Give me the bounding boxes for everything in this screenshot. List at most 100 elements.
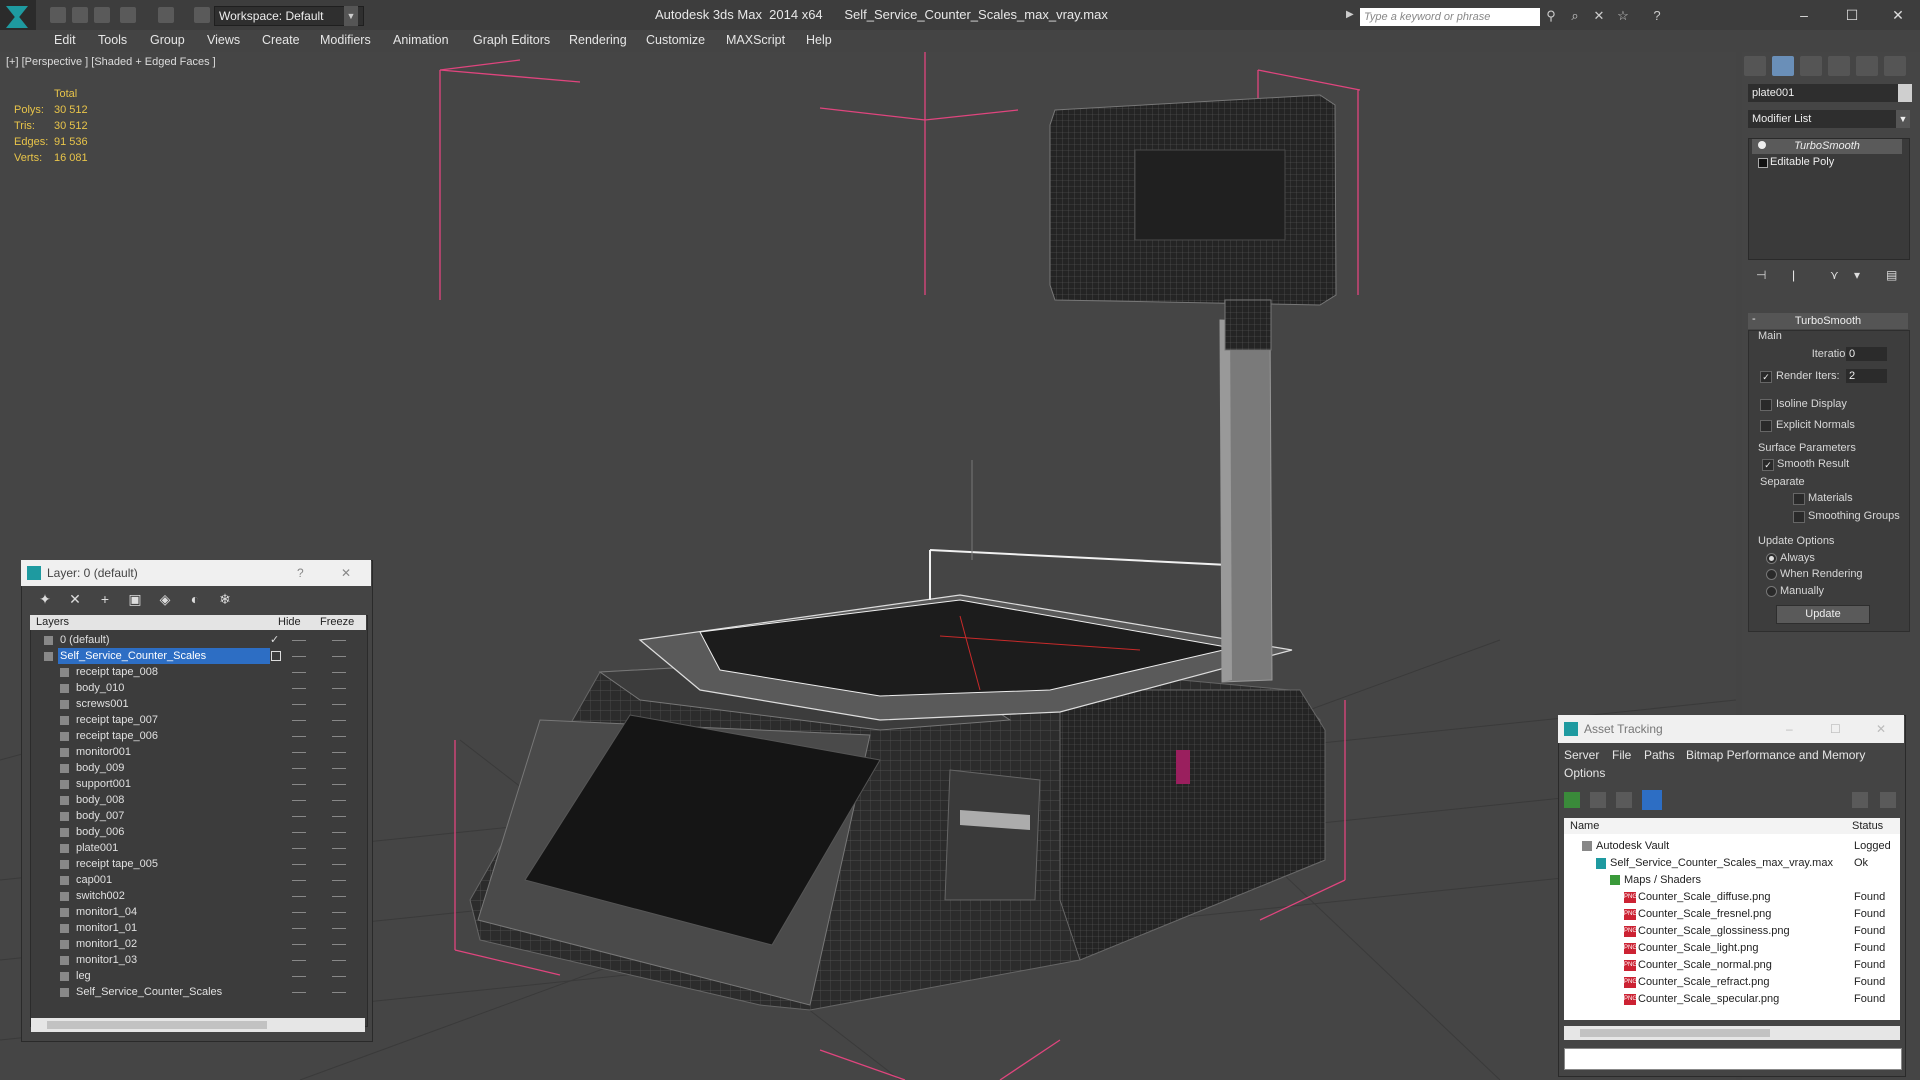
freeze-toggle[interactable] [332, 976, 346, 977]
hide-toggle[interactable] [292, 976, 306, 977]
hide-toggle[interactable] [292, 816, 306, 817]
when-rendering-radio[interactable] [1766, 569, 1777, 580]
menu-edit[interactable]: Edit [54, 33, 76, 47]
smoothing-groups-checkbox[interactable] [1793, 511, 1805, 523]
asset-row[interactable]: PNGCounter_Scale_fresnel.png Found [1564, 906, 1900, 923]
layer-name[interactable]: receipt tape_006 [74, 728, 160, 744]
open-file-icon[interactable] [72, 7, 88, 23]
freeze-toggle[interactable] [332, 720, 346, 721]
help-icon[interactable] [1852, 792, 1868, 808]
layer-name[interactable]: monitor001 [74, 744, 133, 760]
layer-name[interactable]: screws001 [74, 696, 131, 712]
undo-icon[interactable] [120, 7, 136, 23]
create-tab-icon[interactable] [1744, 56, 1766, 76]
layer-name[interactable]: body_007 [74, 808, 126, 824]
layer-name[interactable]: receipt tape_005 [74, 856, 160, 872]
asset-menu-paths[interactable]: Paths [1644, 748, 1675, 762]
always-radio[interactable] [1766, 553, 1777, 564]
help-icon[interactable]: ? [297, 560, 304, 586]
asset-dialog-titlebar[interactable]: Asset Tracking – ☐ ✕ [1558, 715, 1904, 743]
asset-row[interactable]: Maps / Shaders [1564, 872, 1900, 889]
layer-row[interactable]: receipt tape_007 [30, 712, 366, 728]
freeze-toggle[interactable] [332, 928, 346, 929]
list-view-icon[interactable] [1590, 792, 1606, 808]
freeze-toggle[interactable] [332, 656, 346, 657]
layer-row[interactable]: receipt tape_005 [30, 856, 366, 872]
lightbulb-icon[interactable] [1758, 141, 1766, 149]
layer-name[interactable]: Self_Service_Counter_Scales [58, 648, 270, 664]
scrollbar-thumb[interactable] [1580, 1029, 1770, 1037]
update-button[interactable]: Update [1776, 605, 1870, 624]
column-layers[interactable]: Layers [36, 615, 69, 630]
asset-row[interactable]: PNGCounter_Scale_diffuse.png Found [1564, 889, 1900, 906]
asset-row[interactable]: PNGCounter_Scale_specular.png Found [1564, 991, 1900, 1008]
layer-row[interactable]: monitor1_03 [30, 952, 366, 968]
layer-row[interactable]: body_009 [30, 760, 366, 776]
menu-customize[interactable]: Customize [646, 33, 705, 47]
layer-name[interactable]: monitor1_03 [74, 952, 139, 968]
menu-maxscript[interactable]: MAXScript [726, 33, 785, 47]
refresh-icon[interactable] [1564, 792, 1580, 808]
exchange-icon[interactable]: ✕ [1592, 9, 1606, 23]
freeze-toggle[interactable] [332, 960, 346, 961]
layer-row[interactable]: receipt tape_008 [30, 664, 366, 680]
layer-row[interactable]: body_007 [30, 808, 366, 824]
close-icon[interactable]: ✕ [341, 560, 351, 586]
viewport-label[interactable]: [+] [Perspective ] [Shaded + Edged Faces… [6, 56, 216, 68]
layer-list-scrollbar[interactable] [31, 1018, 365, 1032]
remove-modifier-icon[interactable]: ▾ [1854, 268, 1860, 282]
display-tab-icon[interactable] [1856, 56, 1878, 76]
scrollbar-thumb[interactable] [47, 1021, 267, 1029]
menu-modifiers[interactable]: Modifiers [320, 33, 371, 47]
menu-group[interactable]: Group [150, 33, 185, 47]
menu-views[interactable]: Views [207, 33, 240, 47]
hide-toggle[interactable] [292, 912, 306, 913]
modifier-list-dropdown[interactable]: Modifier List [1748, 110, 1908, 128]
stack-item-editable-poly[interactable]: Editable Poly [1752, 155, 1920, 170]
isoline-display-checkbox[interactable] [1760, 399, 1772, 411]
freeze-toggle[interactable] [332, 704, 346, 705]
minimize-icon[interactable]: – [1786, 715, 1793, 743]
hide-toggle[interactable] [292, 720, 306, 721]
freeze-toggle[interactable] [332, 912, 346, 913]
column-name[interactable]: Name [1570, 818, 1599, 834]
layer-row[interactable]: screws001 [30, 696, 366, 712]
hierarchy-tab-icon[interactable] [1800, 56, 1822, 76]
pin-stack-icon[interactable]: ⊣ [1756, 268, 1766, 282]
layer-name[interactable]: monitor1_01 [74, 920, 139, 936]
stack-item-turbosmooth[interactable]: TurboSmooth [1752, 139, 1902, 154]
object-color-swatch[interactable] [1898, 84, 1912, 102]
layer-row[interactable]: receipt tape_006 [30, 728, 366, 744]
show-end-result-icon[interactable]: | [1792, 268, 1795, 282]
layer-name[interactable]: receipt tape_007 [74, 712, 160, 728]
layer-name[interactable]: Self_Service_Counter_Scales [74, 984, 224, 1000]
help-info-icon[interactable] [1880, 792, 1896, 808]
tree-view-icon[interactable] [1616, 792, 1632, 808]
asset-row[interactable]: PNGCounter_Scale_light.png Found [1564, 940, 1900, 957]
asset-menu-bitmap[interactable]: Bitmap Performance and Memory [1686, 748, 1865, 762]
layer-row[interactable]: switch002 [30, 888, 366, 904]
layer-row[interactable]: monitor1_01 [30, 920, 366, 936]
layer-name[interactable]: 0 (default) [58, 632, 112, 648]
hide-toggle[interactable] [292, 896, 306, 897]
freeze-toggle[interactable] [332, 688, 346, 689]
hide-toggle[interactable] [292, 768, 306, 769]
layer-name[interactable]: monitor1_02 [74, 936, 139, 952]
current-layer-check-icon[interactable]: ✓ [270, 632, 279, 648]
asset-menu-options[interactable]: Options [1564, 766, 1605, 780]
materials-checkbox[interactable] [1793, 493, 1805, 505]
menu-help[interactable]: Help [806, 33, 832, 47]
asset-list-scrollbar[interactable] [1564, 1026, 1900, 1040]
asset-menu-file[interactable]: File [1612, 748, 1631, 762]
asset-menu-server[interactable]: Server [1564, 748, 1599, 762]
asset-row[interactable]: Self_Service_Counter_Scales_max_vray.max… [1564, 855, 1900, 872]
new-file-icon[interactable] [50, 7, 66, 23]
current-layer-box[interactable] [271, 651, 281, 661]
close-icon[interactable]: ✕ [1878, 4, 1918, 26]
motion-tab-icon[interactable] [1828, 56, 1850, 76]
highlight-layer-icon[interactable]: ◈ [156, 590, 174, 608]
freeze-toggle[interactable] [332, 816, 346, 817]
layer-name[interactable]: switch002 [74, 888, 127, 904]
render-iters-checkbox[interactable]: ✓ [1760, 371, 1772, 383]
layer-row[interactable]: monitor001 [30, 744, 366, 760]
